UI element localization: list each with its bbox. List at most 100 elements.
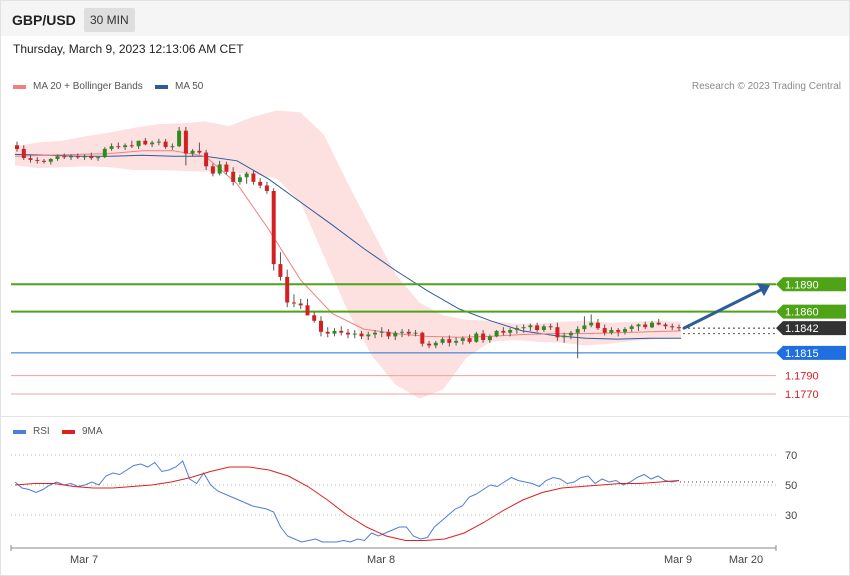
level-label-1.1815: 1.1815 xyxy=(785,348,819,360)
candle-body xyxy=(582,325,587,330)
candle-body xyxy=(237,177,242,182)
candle-body xyxy=(616,330,621,332)
candle-body xyxy=(454,340,459,343)
candle-body xyxy=(481,333,486,340)
candle-body xyxy=(555,327,560,338)
level-label-1.1842: 1.1842 xyxy=(785,323,819,335)
x-tick-label: Mar 7 xyxy=(70,554,98,566)
candle-body xyxy=(575,329,580,333)
candle-body xyxy=(541,326,546,330)
candle-body xyxy=(623,329,627,332)
candle-body xyxy=(650,322,654,328)
candle-body xyxy=(129,145,134,147)
candle-body xyxy=(508,330,513,333)
candle-body xyxy=(69,156,73,158)
candle-body xyxy=(298,303,303,306)
x-tick-label: Mar 20 xyxy=(729,554,763,566)
candle-body xyxy=(28,158,33,160)
level-label-1.1860: 1.1860 xyxy=(785,307,819,319)
candle-body xyxy=(474,333,479,342)
candle-body xyxy=(514,328,519,330)
level-label-1.1890: 1.1890 xyxy=(785,279,819,291)
candle-body xyxy=(562,335,567,338)
candle-body xyxy=(521,327,526,329)
candle-body xyxy=(393,332,398,337)
candle-body xyxy=(670,326,675,328)
candle-body xyxy=(258,181,263,186)
candle-body xyxy=(325,331,330,334)
candle-body xyxy=(89,156,94,159)
candle-body xyxy=(447,339,452,343)
candle-body xyxy=(379,331,384,333)
candle-body xyxy=(163,141,168,148)
rsi-tick-label-30: 30 xyxy=(785,510,797,522)
candle-body xyxy=(440,339,445,343)
candle-body xyxy=(400,331,404,333)
rsi-tick-label-50: 50 xyxy=(785,480,797,492)
candle-body xyxy=(460,338,465,341)
candle-body xyxy=(82,156,87,158)
candle-body xyxy=(150,142,155,145)
candle-body xyxy=(21,148,26,158)
candle-body xyxy=(15,145,19,149)
candle-body xyxy=(319,320,323,332)
candle-body xyxy=(467,338,472,342)
candle-body xyxy=(359,333,364,337)
candle-body xyxy=(433,342,438,346)
candle-body xyxy=(190,150,195,154)
candle-body xyxy=(278,264,283,277)
candle-body xyxy=(156,141,161,143)
candle-body xyxy=(595,322,600,329)
candle-body xyxy=(406,331,411,334)
x-tick-label: Mar 8 xyxy=(367,554,395,566)
candle-body xyxy=(264,185,269,191)
candle-body xyxy=(170,146,175,148)
candle-body xyxy=(643,324,648,328)
level-label-1.1790: 1.1790 xyxy=(785,371,819,383)
candle-body xyxy=(312,315,317,321)
candle-body xyxy=(210,166,215,174)
candle-body xyxy=(231,171,236,182)
candle-body xyxy=(48,159,53,162)
candle-body xyxy=(636,324,641,327)
candle-body xyxy=(305,305,310,316)
candle-body xyxy=(548,326,553,328)
candle-body xyxy=(609,330,614,333)
rsi-tick-label-70: 70 xyxy=(785,450,797,462)
candle-body xyxy=(535,325,540,330)
x-tick-label: Mar 9 xyxy=(664,554,692,566)
candle-body xyxy=(366,334,371,337)
candle-body xyxy=(386,331,391,337)
candle-body xyxy=(177,130,182,147)
candle-body xyxy=(663,324,668,327)
bollinger-band-area xyxy=(15,110,681,399)
candle-body xyxy=(123,145,128,148)
candle-body xyxy=(217,164,222,174)
candle-body xyxy=(602,328,607,333)
candle-body xyxy=(629,326,634,329)
candle-body xyxy=(251,173,256,182)
candle-body xyxy=(197,150,202,153)
candle-body xyxy=(224,164,229,172)
price-chart: 1.1890 1.1860 1.1842 1.1815 1.1790 1.1770 70 50… xyxy=(10,110,846,566)
candle-body xyxy=(102,148,107,158)
candle-body xyxy=(285,276,290,303)
candle-body xyxy=(109,146,114,149)
candle-body xyxy=(677,327,681,329)
candle-body xyxy=(62,156,67,158)
candle-body xyxy=(413,332,418,334)
candle-body xyxy=(528,325,533,328)
candle-body xyxy=(332,330,337,334)
candle-body xyxy=(339,330,344,333)
candle-body xyxy=(589,322,594,326)
candle-body xyxy=(494,330,499,337)
candle-body xyxy=(244,173,249,178)
candle-body xyxy=(427,343,432,346)
candle-body xyxy=(292,302,296,304)
candle-body xyxy=(136,140,141,147)
candle-body xyxy=(568,332,573,336)
candle-body xyxy=(75,156,80,158)
candle-body xyxy=(35,159,40,161)
candle-body xyxy=(96,157,101,159)
candle-body xyxy=(183,130,188,154)
